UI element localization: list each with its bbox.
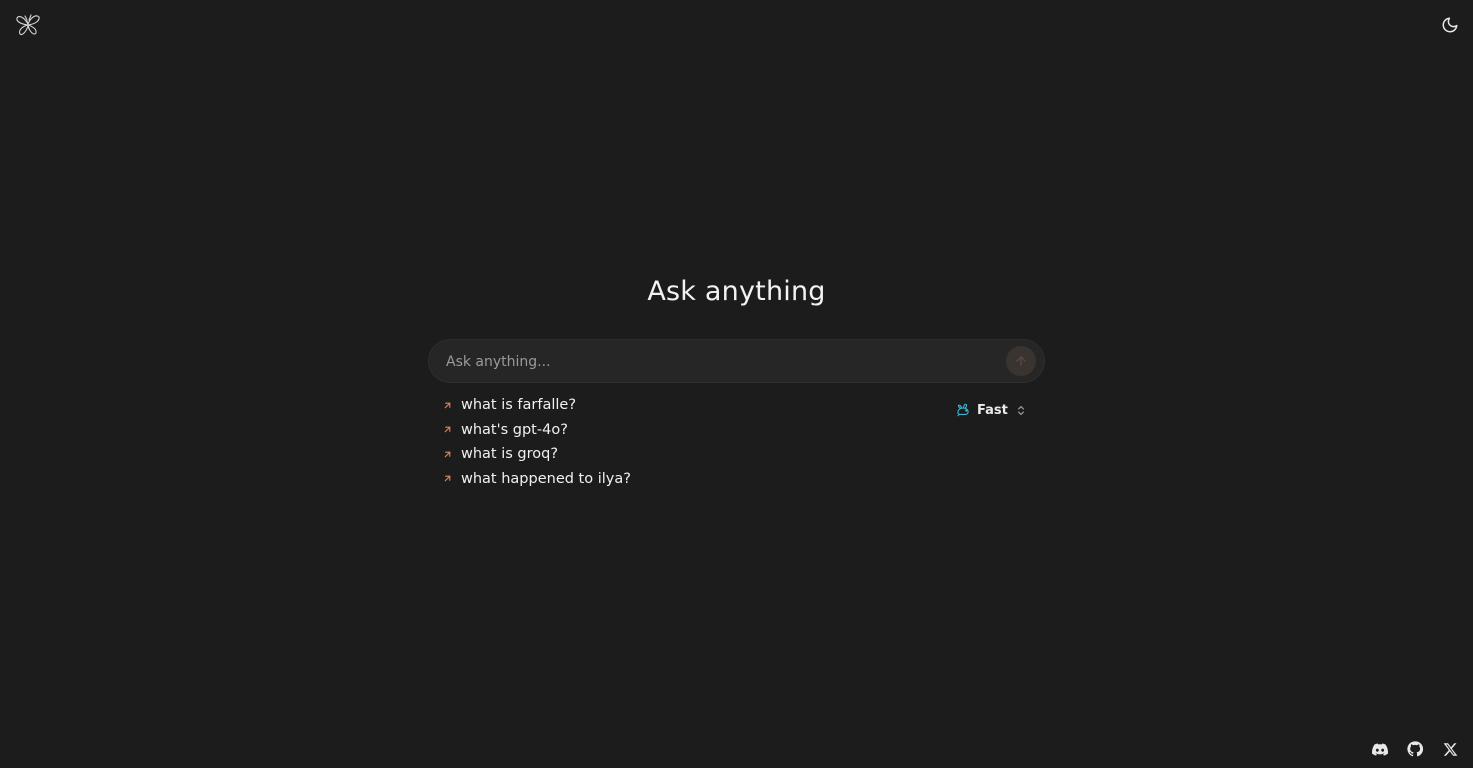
suggestion-label: what is farfalle? [461, 397, 577, 414]
chevron-up-down-icon [1017, 405, 1025, 416]
arrow-up-icon [1014, 354, 1028, 368]
suggestions-list: what is farfalle? what's gpt-4o? what is… [440, 393, 740, 491]
search-input[interactable] [444, 340, 998, 384]
x-icon[interactable] [1441, 740, 1459, 758]
suggestion-item[interactable]: what happened to ilya? [440, 467, 740, 492]
moon-icon[interactable] [1439, 14, 1461, 36]
suggestion-label: what's gpt-4o? [461, 421, 568, 438]
suggestion-item[interactable]: what is farfalle? [440, 393, 740, 418]
send-button[interactable] [1006, 346, 1036, 376]
discord-icon[interactable] [1371, 740, 1389, 758]
suggestion-item[interactable]: what's gpt-4o? [440, 418, 740, 443]
rabbit-icon [955, 403, 971, 417]
arrow-up-right-icon [440, 398, 454, 412]
github-icon[interactable] [1406, 740, 1424, 758]
page-title: Ask anything [647, 276, 826, 307]
arrow-up-right-icon [440, 447, 454, 461]
model-label: Fast [977, 402, 1008, 418]
suggestion-item[interactable]: what is groq? [440, 442, 740, 467]
arrow-up-right-icon [440, 472, 454, 486]
arrow-up-right-icon [440, 423, 454, 437]
footer-links [1371, 740, 1459, 758]
suggestion-label: what is groq? [461, 446, 559, 463]
model-selector[interactable]: Fast [955, 400, 1025, 420]
search-box [428, 339, 1045, 384]
farfalle-logo-icon[interactable] [14, 12, 42, 38]
suggestion-label: what happened to ilya? [461, 470, 631, 487]
page: Ask anything what is farfalle? [0, 0, 1473, 768]
